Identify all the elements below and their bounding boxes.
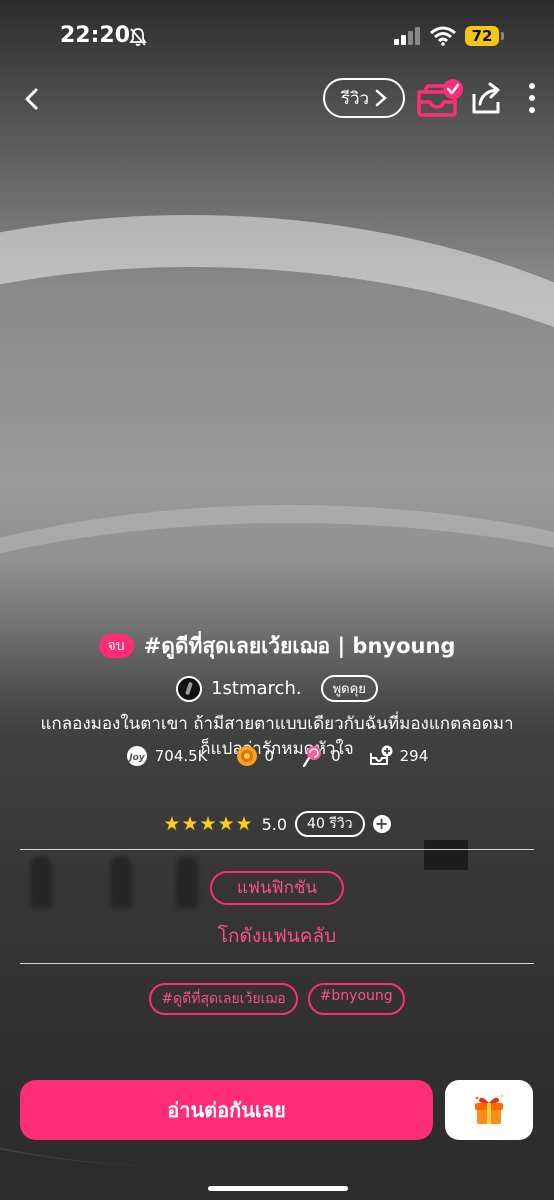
genre-tag[interactable]: แฟนฟิกชัน bbox=[210, 871, 344, 905]
share-icon[interactable] bbox=[470, 80, 504, 116]
status-bar: 22:20 72 bbox=[0, 0, 554, 70]
hashtag-chip[interactable]: #bnyoung bbox=[307, 983, 405, 1015]
review-count-button[interactable]: 40 รีวิว bbox=[295, 811, 365, 837]
add-review-icon[interactable]: + bbox=[372, 815, 391, 833]
svg-text:Joy: Joy bbox=[127, 753, 146, 763]
lollipop-icon bbox=[302, 746, 322, 767]
wifi-icon bbox=[430, 26, 456, 46]
fanclub-link[interactable]: โกดังแฟนคลับ bbox=[0, 921, 554, 951]
top-bar: รีวิว bbox=[0, 78, 554, 122]
home-indicator bbox=[208, 1186, 348, 1191]
library-stat: 294 bbox=[369, 745, 429, 767]
hashtag-list: #ดูดีที่สุดเลยเว้ยเฌอ #bnyoung bbox=[0, 983, 554, 1015]
stats-row: Joy 704.5K 0 0 294 bbox=[0, 745, 554, 767]
divider-bottom bbox=[20, 963, 534, 964]
battery-tip bbox=[501, 32, 504, 40]
rating-stars: ★★★★★ bbox=[163, 813, 254, 835]
views-count: 704.5K bbox=[154, 747, 208, 765]
review-button[interactable]: รีวิว bbox=[323, 78, 405, 118]
library-count: 294 bbox=[399, 747, 429, 765]
chat-button[interactable]: พูดคุย bbox=[320, 675, 378, 702]
battery-indicator: 72 bbox=[465, 26, 499, 46]
author-avatar[interactable] bbox=[176, 675, 203, 702]
author-row: 1stmarch. พูดคุย bbox=[0, 675, 554, 702]
chevron-right-icon bbox=[375, 89, 388, 107]
status-time: 22:20 bbox=[60, 23, 131, 48]
review-button-label: รีวิว bbox=[340, 88, 370, 109]
gift-button[interactable] bbox=[445, 1080, 533, 1140]
coins-count: 0 bbox=[264, 747, 275, 765]
views-stat: Joy 704.5K bbox=[126, 745, 208, 767]
coin-icon bbox=[236, 746, 257, 766]
story-title: #ดูดีที่สุดเลยเว้ยเฌอ | bnyoung bbox=[143, 634, 456, 658]
library-added-icon[interactable] bbox=[416, 78, 464, 120]
bell-muted-icon bbox=[129, 28, 147, 46]
rating-row: ★★★★★ 5.0 40 รีวิว + bbox=[0, 811, 554, 837]
candies-count: 0 bbox=[331, 747, 341, 765]
synopsis-line-1: แกลองมองในตาเขา ถ้ามีสายตาแบบเดียวกับฉัน… bbox=[40, 714, 514, 734]
completed-badge: จบ bbox=[98, 634, 134, 658]
author-name[interactable]: 1stmarch. bbox=[211, 678, 301, 699]
library-add-icon bbox=[369, 745, 393, 765]
story-title-row: จบ #ดูดีที่สุดเลยเว้ยเฌอ | bnyoung bbox=[0, 630, 554, 663]
divider-top bbox=[20, 849, 534, 850]
candies-stat: 0 bbox=[302, 745, 341, 767]
joy-views-icon: Joy bbox=[126, 746, 147, 766]
gift-icon bbox=[475, 1094, 504, 1124]
rating-score: 5.0 bbox=[261, 814, 288, 834]
signal-icon bbox=[394, 27, 420, 45]
back-icon[interactable] bbox=[18, 84, 48, 114]
continue-reading-button[interactable]: อ่านต่อกันเลย bbox=[20, 1080, 433, 1140]
coins-stat: 0 bbox=[236, 745, 275, 767]
more-vertical-icon[interactable] bbox=[526, 82, 538, 114]
hashtag-chip[interactable]: #ดูดีที่สุดเลยเว้ยเฌอ bbox=[149, 983, 298, 1015]
